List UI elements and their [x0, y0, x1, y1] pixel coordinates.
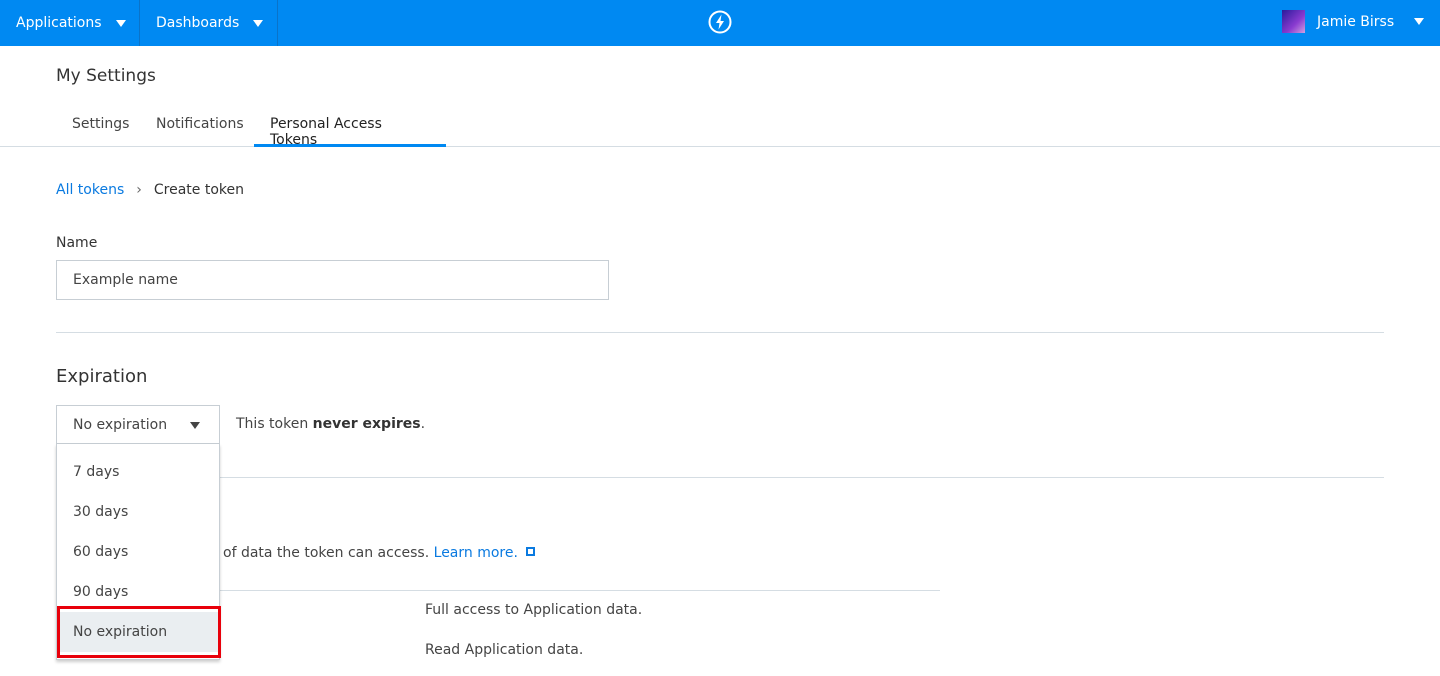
- tab-settings[interactable]: Settings: [56, 116, 145, 147]
- page-title: My Settings: [56, 66, 156, 86]
- learn-more-link[interactable]: Learn more.: [434, 545, 518, 561]
- applications-label: Applications: [16, 15, 102, 31]
- user-name: Jamie Birss: [1317, 13, 1395, 30]
- tab-personal-access-tokens[interactable]: Personal Access Tokens: [254, 116, 446, 148]
- caret-down-icon: [190, 422, 200, 429]
- dashboards-menu[interactable]: Dashboards: [140, 0, 278, 46]
- option-7-days[interactable]: 7 days: [57, 452, 219, 492]
- lightning-bolt-icon[interactable]: [708, 10, 732, 34]
- caret-down-icon: [115, 19, 126, 27]
- caret-down-icon: [253, 19, 264, 27]
- tab-notifications[interactable]: Notifications: [140, 116, 260, 147]
- expiration-dropdown-menu: 7 days 30 days 60 days 90 days No expira…: [56, 444, 220, 660]
- option-90-days[interactable]: 90 days: [57, 572, 219, 612]
- tab-bar: Settings Notifications Personal Access T…: [0, 112, 1440, 148]
- option-60-days[interactable]: 60 days: [57, 532, 219, 572]
- expiration-heading: Expiration: [56, 366, 148, 387]
- breadcrumb-all-tokens[interactable]: All tokens: [56, 182, 124, 198]
- divider: [56, 332, 1384, 333]
- scope-row-description: Read Application data.: [425, 642, 584, 658]
- dashboards-label: Dashboards: [156, 15, 240, 31]
- avatar: [1282, 10, 1305, 33]
- divider: [219, 477, 1384, 478]
- option-no-expiration[interactable]: No expiration: [57, 612, 219, 652]
- external-link-icon: [525, 547, 535, 556]
- name-label: Name: [56, 235, 98, 251]
- scope-description: of data the token can access. Learn more…: [223, 545, 535, 561]
- expiration-select[interactable]: No expiration: [56, 405, 220, 444]
- scope-row-description: Full access to Application data.: [425, 602, 643, 618]
- top-nav-bar: Applications Dashboards Jamie Birss: [0, 0, 1440, 46]
- option-30-days[interactable]: 30 days: [57, 492, 219, 532]
- name-input[interactable]: [56, 260, 609, 300]
- caret-down-icon: [1414, 18, 1425, 25]
- breadcrumb-current: Create token: [153, 182, 244, 198]
- expiration-selected-value: No expiration: [73, 416, 168, 433]
- applications-menu[interactable]: Applications: [0, 0, 140, 46]
- user-menu[interactable]: Jamie Birss: [1282, 10, 1425, 33]
- chevron-right-icon: ›: [136, 182, 142, 198]
- breadcrumb: All tokens › Create token: [56, 182, 244, 198]
- divider: [219, 590, 940, 591]
- expiration-hint: This token never expires.: [236, 416, 426, 432]
